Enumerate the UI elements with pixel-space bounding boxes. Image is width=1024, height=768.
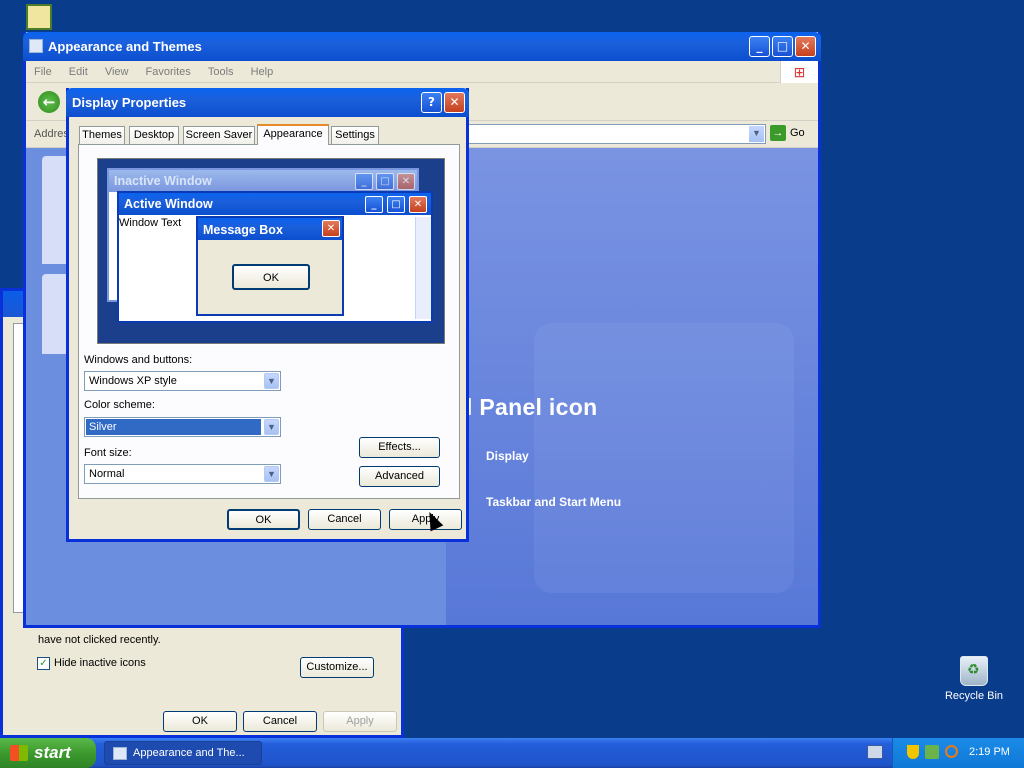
go-arrow-icon: → xyxy=(770,125,786,141)
pick-control-panel-icon-heading: l Panel icon xyxy=(466,394,598,420)
taskbar-button-label: Appearance and The... xyxy=(133,747,245,759)
control-panel-icon xyxy=(113,747,127,760)
taskbar-start-menu-link[interactable]: Taskbar and Start Menu xyxy=(486,495,621,509)
control-panel-watermark-icon xyxy=(534,323,794,593)
preview-active-title: Active Window xyxy=(119,193,431,215)
menu-bar: File Edit View Favorites Tools Help xyxy=(26,61,818,83)
search-icon[interactable] xyxy=(945,745,958,758)
address-input[interactable]: ▼ xyxy=(446,124,766,144)
taskbar: start Appearance and The... 2:19 PM xyxy=(0,738,1024,768)
preview-window-text: Window Text xyxy=(119,217,182,229)
preview-active-close-icon: ✕ xyxy=(409,196,427,213)
notification-text: have not clicked recently. xyxy=(38,634,161,646)
category-content: l Panel icon Display Taskbar and Start M… xyxy=(446,148,818,625)
preview-message-box-close-icon: ✕ xyxy=(322,220,340,237)
cancel-button[interactable]: Cancel xyxy=(308,509,381,530)
network-icon[interactable] xyxy=(925,745,939,759)
preview-message-box-ok: OK xyxy=(232,264,310,290)
preview-active-minimize-icon: _ xyxy=(365,196,383,213)
display-link[interactable]: Display xyxy=(486,449,529,463)
display-link-label: Display xyxy=(486,449,529,463)
windows-buttons-value: Windows XP style xyxy=(89,375,177,387)
desktop-shortcut-icon[interactable] xyxy=(26,4,52,30)
tab-desktop[interactable]: Desktop xyxy=(129,126,179,144)
go-button[interactable]: → Go xyxy=(770,125,805,141)
start-label: start xyxy=(34,743,71,762)
menu-help[interactable]: Help xyxy=(243,61,280,78)
appearance-preview: Inactive Window _ □ ✕ Active Window _ □ … xyxy=(96,157,446,345)
minimize-icon[interactable]: _ xyxy=(749,36,770,57)
preview-inactive-maximize-icon: □ xyxy=(376,173,394,190)
chevron-down-icon[interactable]: ▼ xyxy=(264,466,279,482)
keyboard-icon[interactable] xyxy=(867,745,883,759)
taskbar-apply-button: Apply xyxy=(323,711,397,732)
customize-button[interactable]: Customize... xyxy=(300,657,374,678)
maximize-icon[interactable]: □ xyxy=(772,36,793,57)
tab-appearance[interactable]: Appearance xyxy=(257,124,329,145)
preview-message-box: Message Box ✕ OK xyxy=(196,216,344,316)
recycle-bin-label: Recycle Bin xyxy=(944,690,1004,702)
control-panel-icon xyxy=(29,39,43,53)
advanced-button[interactable]: Advanced xyxy=(359,466,440,487)
windows-logo-icon: ⊞ xyxy=(780,61,818,83)
dialog-close-icon[interactable]: ✕ xyxy=(444,92,465,113)
system-tray: 2:19 PM xyxy=(892,738,1024,768)
display-properties-titlebar[interactable]: Display Properties ? ✕ xyxy=(66,88,469,117)
chevron-down-icon[interactable]: ▼ xyxy=(749,126,764,142)
security-shield-icon[interactable] xyxy=(907,745,919,759)
preview-scrollbar xyxy=(415,217,431,319)
color-scheme-label: Color scheme: xyxy=(84,399,155,411)
font-size-value: Normal xyxy=(89,468,125,480)
taskbar-ok-button[interactable]: OK xyxy=(163,711,237,732)
menu-view[interactable]: View xyxy=(97,61,135,78)
tab-screen-saver[interactable]: Screen Saver xyxy=(183,126,255,144)
clock[interactable]: 2:19 PM xyxy=(969,746,1010,758)
preview-inactive-close-icon: ✕ xyxy=(397,173,415,190)
effects-button[interactable]: Effects... xyxy=(359,437,440,458)
color-scheme-select[interactable]: Silver ▼ xyxy=(84,417,281,437)
windows-buttons-select[interactable]: Windows XP style ▼ xyxy=(84,371,281,391)
taskbar-button-appearance-themes[interactable]: Appearance and The... xyxy=(104,741,262,765)
display-properties-title: Display Properties xyxy=(72,95,187,110)
tab-themes[interactable]: Themes xyxy=(79,126,125,144)
menu-file[interactable]: File xyxy=(26,61,58,78)
back-arrow-icon[interactable]: ← xyxy=(38,91,60,113)
preview-inactive-minimize-icon: _ xyxy=(355,173,373,190)
font-size-select[interactable]: Normal ▼ xyxy=(84,464,281,484)
display-properties-dialog: Display Properties ? ✕ Themes Desktop Sc… xyxy=(66,88,469,542)
tab-settings[interactable]: Settings xyxy=(331,126,379,144)
close-icon[interactable]: ✕ xyxy=(795,36,816,57)
recycle-bin-icon xyxy=(960,656,988,686)
appearance-panel: Inactive Window _ □ ✕ Active Window _ □ … xyxy=(78,144,460,499)
ok-button[interactable]: OK xyxy=(227,509,300,530)
windows-flag-icon xyxy=(10,745,28,761)
font-size-label: Font size: xyxy=(84,447,132,459)
hide-inactive-checkbox[interactable]: ✓ xyxy=(37,657,50,670)
start-button[interactable]: start xyxy=(0,738,96,768)
help-icon[interactable]: ? xyxy=(421,92,442,113)
chevron-down-icon[interactable]: ▼ xyxy=(264,419,279,435)
hide-inactive-label: Hide inactive icons xyxy=(54,657,146,669)
taskbar-cancel-button[interactable]: Cancel xyxy=(243,711,317,732)
control-panel-titlebar[interactable]: Appearance and Themes _ □ ✕ xyxy=(23,32,821,61)
chevron-down-icon[interactable]: ▼ xyxy=(264,373,279,389)
menu-edit[interactable]: Edit xyxy=(61,61,94,78)
preview-message-box-title: Message Box xyxy=(198,218,342,240)
menu-tools[interactable]: Tools xyxy=(200,61,240,78)
taskbar-start-menu-label: Taskbar and Start Menu xyxy=(486,495,622,509)
preview-active-maximize-icon: □ xyxy=(387,196,405,213)
color-scheme-value: Silver xyxy=(86,419,261,435)
menu-favorites[interactable]: Favorites xyxy=(138,61,197,78)
control-panel-title: Appearance and Themes xyxy=(48,39,202,54)
windows-buttons-label: Windows and buttons: xyxy=(84,354,193,366)
recycle-bin[interactable]: Recycle Bin xyxy=(942,656,1006,702)
go-label: Go xyxy=(790,126,805,139)
